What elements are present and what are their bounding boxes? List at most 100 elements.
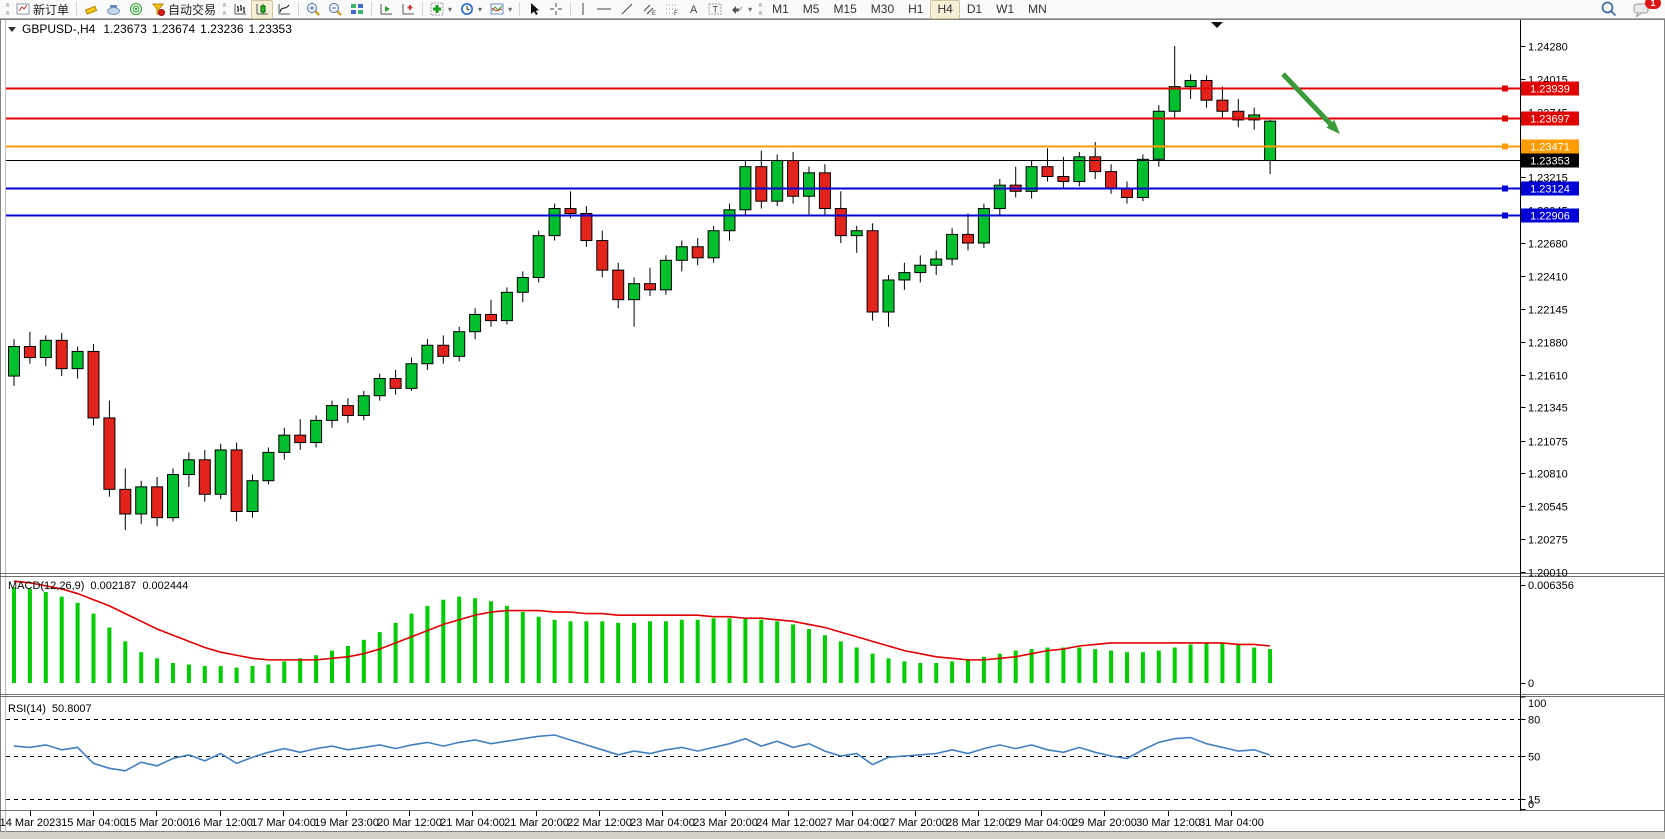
text-icon: A (688, 2, 700, 16)
timeframe-m5-button[interactable]: M5 (796, 0, 827, 19)
svg-text:1.20275: 1.20275 (1528, 535, 1568, 547)
svg-text:E: E (652, 11, 656, 16)
svg-text:15 Mar 20:00: 15 Mar 20:00 (124, 817, 189, 829)
svg-text:1.21075: 1.21075 (1528, 437, 1568, 449)
trendline-button[interactable] (616, 0, 638, 19)
zoom-in-button[interactable] (302, 0, 324, 19)
svg-text:1.20545: 1.20545 (1528, 502, 1568, 514)
line-chart-button[interactable] (273, 0, 295, 19)
templates-button[interactable]: ▾ (486, 0, 516, 19)
timeframe-mn-button[interactable]: MN (1021, 0, 1054, 19)
timeframe-m1-button[interactable]: M1 (765, 0, 796, 19)
candlestick-chart-button[interactable] (251, 0, 273, 19)
svg-text:0: 0 (1528, 799, 1534, 811)
svg-text:1.21610: 1.21610 (1528, 371, 1568, 383)
cloud-sync-button[interactable] (102, 0, 125, 19)
svg-text:1.21880: 1.21880 (1528, 338, 1568, 350)
equidistant-channel-button[interactable]: E (638, 0, 661, 19)
toolbar-drag-handle[interactable] (6, 3, 9, 15)
auto-scroll-button[interactable] (375, 0, 397, 19)
new-order-label: 新订单 (33, 1, 69, 18)
svg-text:50: 50 (1528, 752, 1540, 764)
notifications-button[interactable]: 1 (1629, 0, 1656, 19)
text-button[interactable]: A (684, 0, 704, 19)
svg-text:31 Mar 04:00: 31 Mar 04:00 (1199, 817, 1264, 829)
svg-text:1.22906: 1.22906 (1530, 211, 1570, 223)
svg-text:20 Mar 12:00: 20 Mar 12:00 (377, 817, 442, 829)
svg-text:23 Mar 20:00: 23 Mar 20:00 (693, 817, 758, 829)
chart-frame (0, 19, 1665, 839)
chevron-down-icon: ▾ (448, 5, 452, 14)
arrows-button[interactable]: ▾ (726, 0, 756, 19)
tile-windows-button[interactable] (346, 0, 368, 19)
svg-text:1.20010: 1.20010 (1528, 568, 1568, 580)
svg-text:1.23939: 1.23939 (1530, 84, 1570, 96)
new-order-button[interactable]: 新订单 (12, 0, 73, 19)
toolbar-separator (298, 2, 299, 16)
bar-chart-button[interactable] (229, 0, 251, 19)
svg-text:21 Mar 04:00: 21 Mar 04:00 (440, 817, 505, 829)
timeframe-h4-button[interactable]: H4 (930, 0, 959, 19)
toolbar-separator (570, 2, 571, 16)
search-icon (1600, 1, 1617, 17)
toolbar-separator (76, 2, 77, 16)
cursor-button[interactable] (523, 0, 545, 19)
timeframe-m30-button[interactable]: M30 (864, 0, 901, 19)
svg-text:1.23124: 1.23124 (1530, 184, 1570, 196)
toolbar-drag-handle[interactable] (223, 3, 226, 15)
autotrading-button[interactable]: 自动交易 (147, 0, 220, 19)
indicators-button[interactable]: ▾ (426, 0, 456, 19)
text-label-button[interactable]: T (704, 0, 726, 19)
brush-icon (84, 2, 98, 16)
svg-text:1.22145: 1.22145 (1528, 305, 1568, 317)
svg-text:14 Mar 2023: 14 Mar 2023 (0, 817, 61, 829)
svg-text:1.24280: 1.24280 (1528, 42, 1568, 54)
bar-chart-icon (233, 2, 247, 16)
zoom-out-icon (328, 2, 342, 16)
svg-text:29 Mar 04:00: 29 Mar 04:00 (1009, 817, 1074, 829)
arrows-icon (730, 2, 744, 16)
fibonacci-button[interactable]: F (661, 0, 684, 19)
tile-windows-icon (350, 2, 364, 16)
add-indicator-icon (430, 2, 444, 16)
signal-broadcast-button[interactable] (125, 0, 147, 19)
search-button[interactable] (1596, 0, 1621, 19)
fibonacci-icon: F (665, 2, 680, 16)
line-chart-icon (277, 2, 291, 16)
svg-text:27 Mar 20:00: 27 Mar 20:00 (883, 817, 948, 829)
chart-shift-button[interactable] (397, 0, 419, 19)
zoom-out-button[interactable] (324, 0, 346, 19)
timeframe-h1-button[interactable]: H1 (901, 0, 930, 19)
template-icon (490, 2, 504, 16)
timeframe-d1-button[interactable]: D1 (960, 0, 989, 19)
chart-shift-icon (401, 2, 415, 16)
macd-axis-min: 0 (1528, 678, 1534, 690)
periods-button[interactable]: ▾ (456, 0, 486, 19)
brush-tool-button[interactable] (80, 0, 102, 19)
svg-text:1.23353: 1.23353 (1530, 156, 1570, 168)
svg-text:1.23697: 1.23697 (1530, 114, 1570, 126)
candlestick-icon (255, 2, 269, 16)
crosshair-button[interactable] (545, 0, 567, 19)
timeframe-m15-button[interactable]: M15 (826, 0, 863, 19)
vertical-line-button[interactable] (574, 0, 592, 19)
toolbar-separator (371, 2, 372, 16)
svg-text:1.21345: 1.21345 (1528, 403, 1568, 415)
autotrading-icon (151, 2, 165, 16)
equidistant-channel-icon: E (642, 2, 657, 16)
chevron-down-icon: ▾ (508, 5, 512, 14)
svg-text:27 Mar 04:00: 27 Mar 04:00 (820, 817, 885, 829)
svg-text:22 Mar 12:00: 22 Mar 12:00 (567, 817, 632, 829)
timeframe-w1-button[interactable]: W1 (989, 0, 1021, 19)
svg-text:23 Mar 04:00: 23 Mar 04:00 (630, 817, 695, 829)
horizontal-line-icon (596, 2, 612, 16)
toolbar-separator (422, 2, 423, 16)
toolbar-drag-handle[interactable] (759, 3, 762, 15)
svg-text:80: 80 (1528, 715, 1540, 727)
chart-canvas[interactable]: 1.242801.240151.237451.234751.232151.229… (0, 19, 1665, 839)
horizontal-line-button[interactable] (592, 0, 616, 19)
svg-text:A: A (690, 4, 698, 16)
chevron-down-icon: ▾ (748, 5, 752, 14)
cursor-icon (527, 2, 541, 16)
svg-text:1.23471: 1.23471 (1530, 142, 1570, 154)
